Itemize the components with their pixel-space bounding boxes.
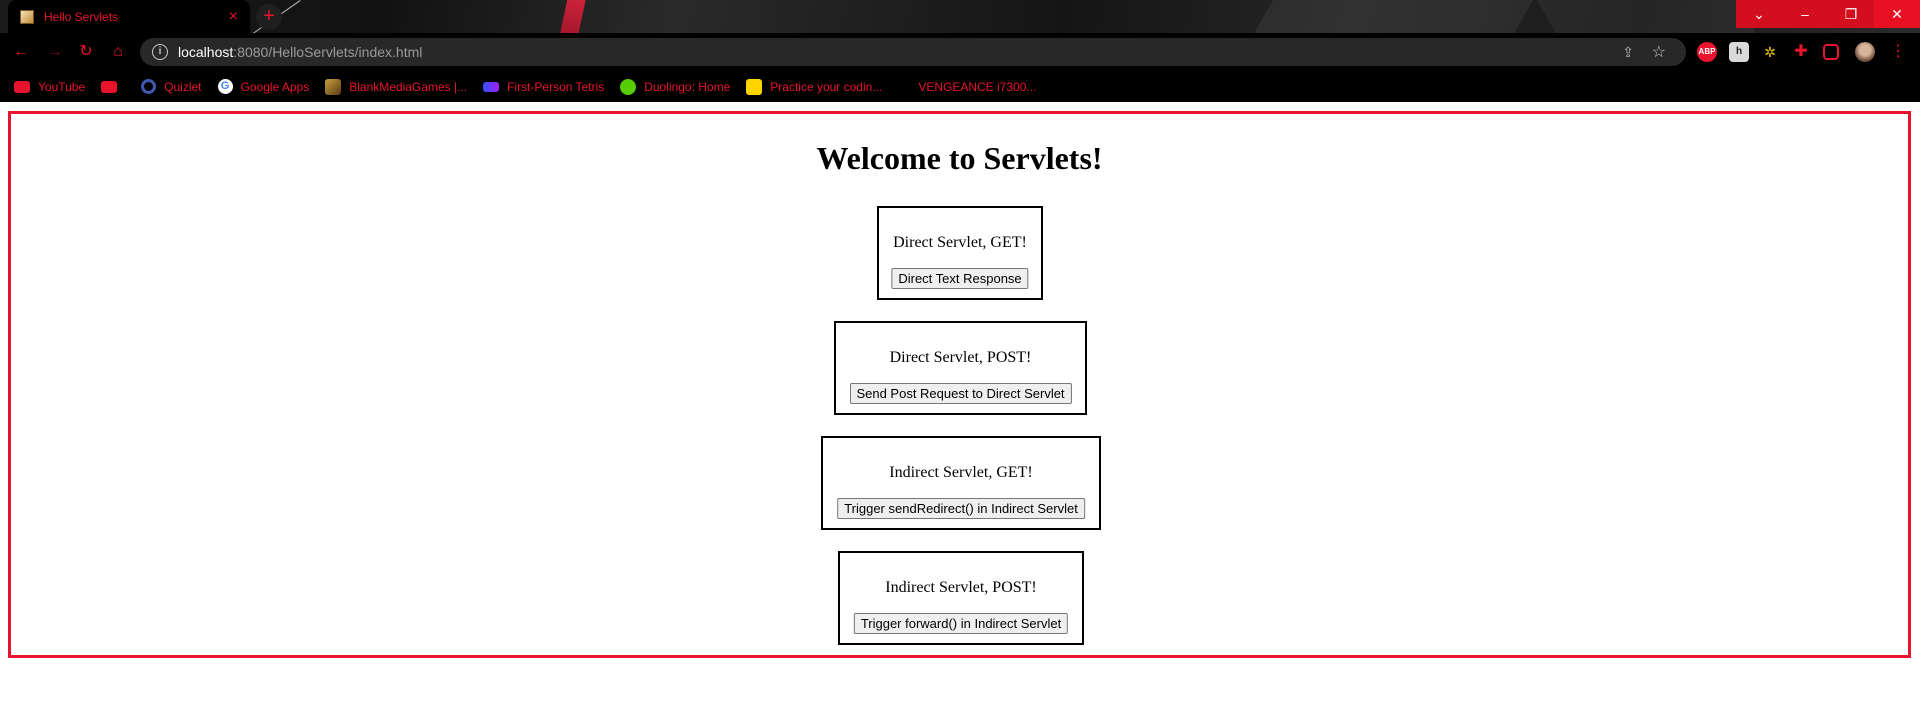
bookmark-google-apps[interactable]: G Google Apps [217, 79, 310, 94]
reload-button[interactable]: ↻ [76, 42, 96, 62]
duolingo-icon [620, 78, 637, 95]
bookmark-first-person-tetris[interactable]: First-Person Tetris [483, 80, 604, 94]
bookmark-youtube-icon-only[interactable] [101, 80, 125, 93]
new-tab-button[interactable]: + [256, 4, 282, 30]
browser-toolbar: ← → ↻ ⌂ i localhost :8080/HelloServlets/… [0, 33, 1920, 71]
bookmark-quizlet[interactable]: Quizlet [141, 79, 202, 94]
bookmark-blankmediagames[interactable]: BlankMediaGames |... [325, 78, 468, 95]
bookmark-label: Duolingo: Home [644, 79, 731, 94]
bookmark-youtube[interactable]: YouTube [14, 80, 85, 94]
home-button[interactable]: ⌂ [108, 42, 128, 62]
indirect-get-panel: Indirect Servlet, GET! Trigger sendRedir… [821, 436, 1101, 530]
forward-button[interactable]: → [45, 42, 65, 62]
tab-favicon-icon [20, 9, 34, 24]
page-content: Welcome to Servlets! Direct Servlet, GET… [8, 111, 1911, 658]
restore-button[interactable]: ❐ [1828, 0, 1874, 28]
bookmark-label: Quizlet [164, 79, 202, 94]
youtube-icon [101, 80, 118, 93]
adblock-plus-icon[interactable]: ABP [1697, 42, 1717, 62]
direct-text-response-button[interactable]: Direct Text Response [891, 268, 1029, 289]
url-path: :8080/HelloServlets/index.html [233, 44, 423, 60]
url-host: localhost [178, 44, 234, 60]
trigger-forward-button[interactable]: Trigger forward() in Indirect Servlet [853, 613, 1069, 634]
extension-icon[interactable]: h [1729, 42, 1749, 62]
tab-close-icon[interactable]: × [229, 8, 238, 26]
bookmark-vengeance[interactable]: VENGEANCE i7300... [918, 80, 1036, 94]
share-icon[interactable]: ⇪ [1622, 44, 1634, 61]
browser-tab-active[interactable]: Hello Servlets × [8, 0, 250, 33]
trigger-send-redirect-button[interactable]: Trigger sendRedirect() in Indirect Servl… [837, 498, 1085, 519]
indirect-post-panel: Indirect Servlet, POST! Trigger forward(… [838, 551, 1084, 645]
back-button[interactable]: ← [11, 42, 31, 62]
bug-extension-icon[interactable]: ✲ [1760, 42, 1780, 62]
panel-label: Direct Servlet, GET! [893, 234, 1027, 251]
code-icon [746, 78, 763, 95]
tab-search-button[interactable]: ⌄ [1736, 0, 1782, 28]
bookmark-duolingo[interactable]: Duolingo: Home [620, 78, 731, 95]
bookmark-label: Google Apps [240, 79, 310, 94]
direct-get-panel: Direct Servlet, GET! Direct Text Respons… [877, 206, 1043, 300]
send-post-request-button[interactable]: Send Post Request to Direct Servlet [849, 383, 1072, 404]
tab-title: Hello Servlets [44, 9, 119, 24]
bookmark-label: Practice your codin... [770, 79, 883, 94]
bookmarks-bar: YouTube Quizlet G Google Apps BlankMedia… [0, 71, 1920, 102]
panel-label: Indirect Servlet, POST! [885, 579, 1037, 596]
address-bar[interactable]: i localhost :8080/HelloServlets/index.ht… [140, 38, 1686, 66]
profile-avatar[interactable] [1855, 42, 1875, 62]
bookmark-label: YouTube [38, 79, 86, 94]
bookmark-label: VENGEANCE i7300... [918, 79, 1037, 94]
tetris-icon [483, 81, 500, 92]
bookmark-practice-coding[interactable]: Practice your codin... [746, 78, 883, 95]
youtube-icon [14, 80, 30, 93]
panel-label: Indirect Servlet, GET! [889, 464, 1033, 481]
bookmark-label: First-Person Tetris [507, 79, 605, 94]
google-icon: G [217, 79, 233, 94]
browser-menu-icon[interactable]: ⋮ [1888, 42, 1908, 62]
close-window-button[interactable]: ✕ [1874, 0, 1920, 28]
quizlet-icon [141, 79, 157, 94]
browser-chrome: Hello Servlets × + ⌄ – ❐ ✕ ← → ↻ ⌂ i loc… [0, 0, 1920, 102]
minimize-button[interactable]: – [1782, 0, 1828, 28]
bookmark-label: BlankMediaGames |... [349, 79, 468, 94]
blankmediagames-icon [325, 78, 342, 95]
direct-post-panel: Direct Servlet, POST! Send Post Request … [834, 321, 1087, 415]
site-info-icon[interactable]: i [152, 44, 168, 60]
panel-label: Direct Servlet, POST! [889, 349, 1032, 366]
bookmark-star-icon[interactable]: ☆ [1652, 42, 1666, 62]
window-controls: ⌄ – ❐ ✕ [1736, 0, 1920, 28]
page-title: Welcome to Servlets! [816, 140, 1103, 176]
extensions-puzzle-icon[interactable]: ✚ [1791, 42, 1811, 62]
side-panel-icon[interactable] [1823, 44, 1839, 60]
